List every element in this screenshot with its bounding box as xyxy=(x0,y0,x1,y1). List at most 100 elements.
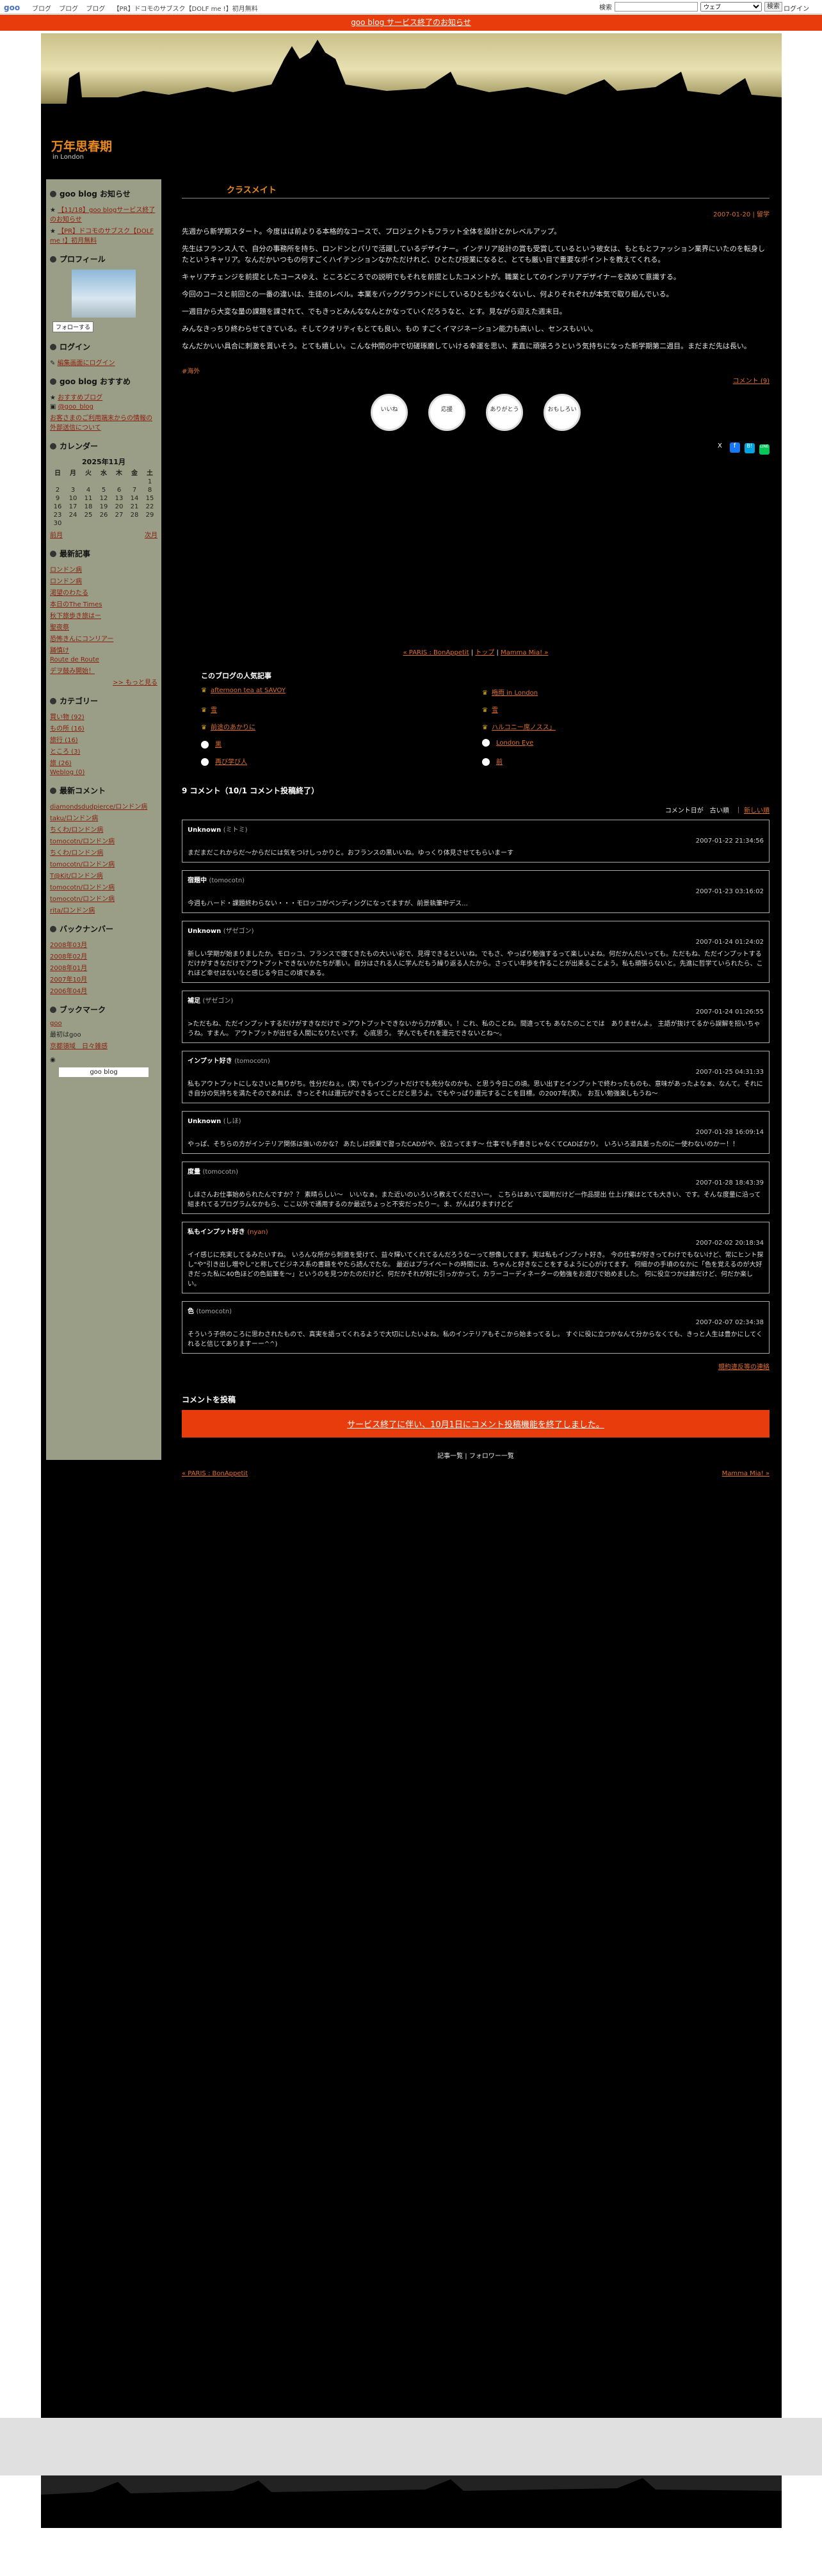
bookmark-link[interactable]: goo xyxy=(50,1020,62,1027)
comment-ended-link[interactable]: サービス終了に伴い、10月1日にコメント投稿機能を終了しました。 xyxy=(347,1420,604,1430)
popular-link[interactable]: 前途のあかりに xyxy=(211,724,255,731)
comment-link[interactable]: rita/ロンドン病 xyxy=(50,907,95,914)
comment-link[interactable]: taku/ロンドン病 xyxy=(50,815,98,822)
popular-link[interactable]: London Eye xyxy=(496,740,533,747)
backnumber-link[interactable]: 2008年01月 xyxy=(50,965,87,972)
footer-links[interactable]: 記事一覧 | フォロワー一覧 xyxy=(182,1450,770,1460)
next-post-link[interactable]: Mamma Mia! » xyxy=(501,649,548,656)
comment-date: 2007-02-02 20:18:34 xyxy=(695,1240,764,1247)
footer-silhouette xyxy=(41,2478,782,2528)
post-tag[interactable]: #海外 xyxy=(182,366,770,375)
line-share-icon[interactable]: LINE xyxy=(759,444,770,455)
recent-link[interactable]: 秋下旅歩き旅はー xyxy=(50,613,101,620)
popular-link[interactable]: ハルコニー席ノスス」 xyxy=(492,724,556,731)
category-link[interactable]: 旅行 (16) xyxy=(50,737,78,744)
x-share-icon[interactable]: X xyxy=(714,442,725,453)
twitter-link[interactable]: @goo_blog xyxy=(58,403,93,410)
backnumber-link[interactable]: 2008年03月 xyxy=(50,942,87,949)
recent-link[interactable]: ロンドン病 xyxy=(50,567,82,574)
popular-link[interactable]: 雪 xyxy=(492,707,498,714)
reaction-cheer-button[interactable]: 応援 xyxy=(428,394,465,431)
bottom-next-link[interactable]: Mamma Mia! » xyxy=(722,1470,770,1477)
reaction-like-button[interactable]: いいね xyxy=(371,394,408,431)
popular-link[interactable]: 雪 xyxy=(211,707,217,714)
search-scope-select[interactable]: ウェブ xyxy=(700,2,762,12)
comment-date: 2007-01-25 04:31:33 xyxy=(695,1069,764,1076)
goo-logo[interactable]: goo xyxy=(4,3,20,12)
comment-link[interactable]: ちくわ/ロンドン病 xyxy=(50,827,103,834)
profile-photo[interactable] xyxy=(72,270,136,318)
sort-new-link[interactable]: 新しい順 xyxy=(744,807,770,814)
category-link[interactable]: ところ (3) xyxy=(50,749,80,756)
search-button[interactable]: 検索 xyxy=(764,2,782,12)
recent-link[interactable]: 渇望のわたる xyxy=(50,590,88,597)
recommend-link[interactable]: おすすめブログ xyxy=(58,394,102,401)
comment-link[interactable]: ちくわ/ロンドン病 xyxy=(50,850,103,857)
recent-link[interactable]: ロンドン病 xyxy=(50,578,82,585)
popular-link[interactable]: afternoon tea at SAVOY xyxy=(211,687,286,694)
backnumber-link[interactable]: 2006年04月 xyxy=(50,988,87,995)
privacy-link[interactable]: お客さまのご利用端末からの情報の外部送信について xyxy=(50,415,152,432)
backnumber-link[interactable]: 2008年02月 xyxy=(50,953,87,960)
bottom-prev-link[interactable]: « PARIS : BonAppetit xyxy=(182,1470,248,1477)
top-link[interactable]: ブログ xyxy=(86,6,105,13)
info-link[interactable]: 【PR】ドコモのサブスク【DOLF me !】初月無料 xyxy=(50,228,154,245)
post-title[interactable]: クラスメイト xyxy=(182,179,770,198)
top-link[interactable]: ブログ xyxy=(32,6,51,13)
reaction-thanks-button[interactable]: ありがとう xyxy=(486,394,523,431)
recent-link[interactable]: 本日のThe Times xyxy=(50,601,102,608)
popular-link[interactable]: 前 xyxy=(496,759,503,766)
login-link[interactable]: ログイン xyxy=(784,3,809,13)
blog-title[interactable]: 万年思春期 xyxy=(51,137,112,154)
recent-link[interactable]: 恐怖きんにコンリアー xyxy=(50,636,113,643)
top-link[interactable]: トップ xyxy=(475,649,494,656)
follow-button[interactable]: フォローする xyxy=(52,321,94,332)
recent-link[interactable]: Route de Route xyxy=(50,656,99,663)
comment-count-link[interactable]: コメント (9) xyxy=(733,378,770,385)
hatena-share-icon[interactable]: B! xyxy=(744,443,755,453)
popular-title: このブログの人気記事 xyxy=(201,672,271,680)
top-link-pr[interactable]: 【PR】ドコモのサブスク【DOLF me !】初月無料 xyxy=(113,6,258,13)
facebook-share-icon[interactable]: f xyxy=(729,442,740,453)
comment-link[interactable]: tomocotn/ロンドン病 xyxy=(50,896,115,903)
recent-link[interactable]: デヲ鼓み開始！ xyxy=(50,668,95,675)
comment-link[interactable]: diamondsdudpierce/ロンドン病 xyxy=(50,804,147,811)
comment-author: 宿題中 (tomocotn) xyxy=(188,875,764,884)
section-title: カレンダー xyxy=(60,442,99,451)
category-link[interactable]: Weblog (0) xyxy=(50,769,85,776)
comment-link[interactable]: tomocotn/ロンドン病 xyxy=(50,838,115,845)
top-link[interactable]: ブログ xyxy=(59,6,78,13)
category-link[interactable]: 買い物 (92) xyxy=(50,714,85,721)
more-link[interactable]: >> もっと見る xyxy=(113,679,157,686)
prev-post-link[interactable]: « PARIS : BonAppetit xyxy=(403,649,469,656)
edit-login-link[interactable]: 編集画面にログイン xyxy=(58,360,115,367)
search-input[interactable] xyxy=(615,2,698,12)
crown-icon: ♛ xyxy=(201,707,207,714)
bullet-icon xyxy=(50,550,56,557)
category-link[interactable]: 旅 (26) xyxy=(50,760,72,767)
calendar-prev-link[interactable]: 前月 xyxy=(50,530,63,539)
bookmark-link[interactable]: 京都領域 日々雑感 xyxy=(50,1043,108,1050)
recent-link[interactable]: 踊慎け xyxy=(50,647,69,654)
calendar-next-link[interactable]: 次月 xyxy=(145,530,157,539)
popular-link[interactable]: 黒 xyxy=(215,741,222,749)
category-link[interactable]: もの所 (16) xyxy=(50,725,85,733)
post-paragraph: 先週から新学期スタート。今度はは前よりる本格的なコースで、プロジェクトもフラット… xyxy=(182,227,561,236)
report-link[interactable]: 規約違反等の連絡 xyxy=(718,1364,770,1371)
reaction-funny-button[interactable]: おもしろい xyxy=(544,394,581,431)
goo-blog-banner[interactable]: goo blog xyxy=(59,1067,149,1077)
comment-link[interactable]: tomocotn/ロンドン病 xyxy=(50,884,115,891)
service-end-link[interactable]: goo blog サービス終了のお知らせ xyxy=(351,18,471,27)
rss-icon[interactable]: ◉ xyxy=(50,1057,157,1064)
popular-link[interactable]: 梅雨 in London xyxy=(492,690,538,697)
section-login: ログイン xyxy=(50,341,157,352)
twitter-item: ▣ @goo_blog xyxy=(50,403,157,410)
notice-item: お客さまのご利用端末からの情報の外部送信について xyxy=(50,412,157,432)
popular-link[interactable]: 再び学び人 xyxy=(215,759,247,766)
info-link[interactable]: 【11/18】goo blogサービス終了のお知らせ xyxy=(50,207,155,223)
post-date[interactable]: 2007-01-20 | 留学 xyxy=(182,209,770,218)
comment-link[interactable]: T@Kit/ロンドン病 xyxy=(50,873,103,880)
comment-link[interactable]: tomocotn/ロンドン病 xyxy=(50,861,115,868)
recent-link[interactable]: 聖夜祭 xyxy=(50,624,69,631)
backnumber-link[interactable]: 2007年10月 xyxy=(50,976,87,984)
